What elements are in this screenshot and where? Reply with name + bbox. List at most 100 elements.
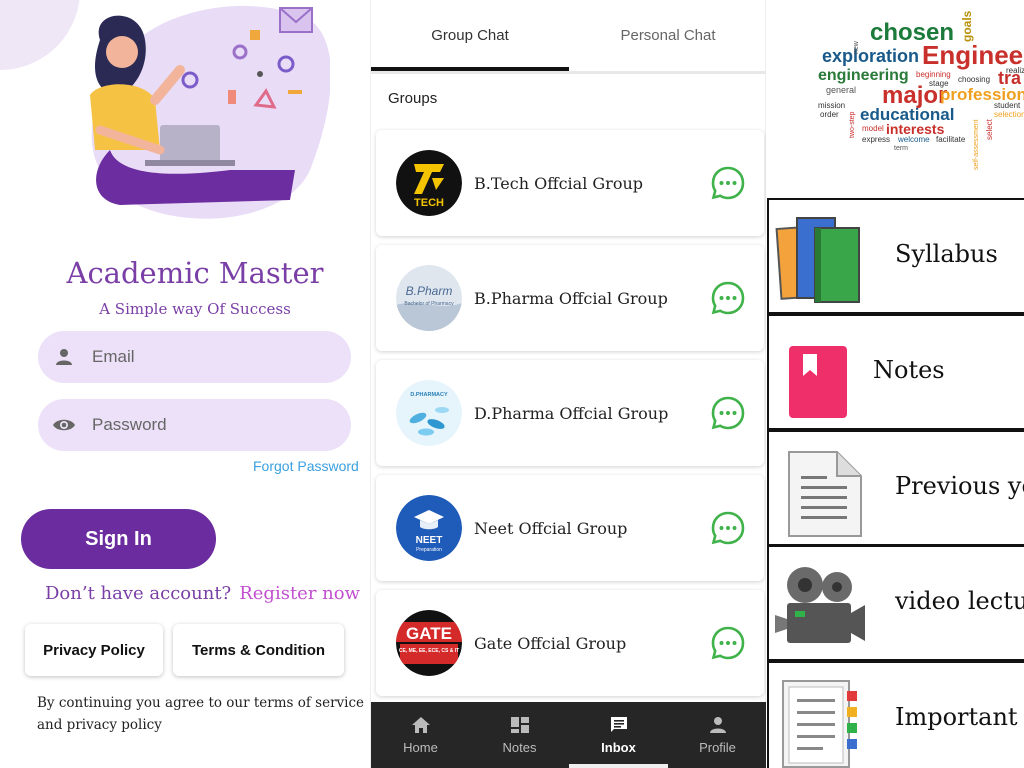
no-account-text: Don’t have account?	[45, 583, 232, 604]
svg-text:exploration: exploration	[822, 46, 919, 66]
menu-screen: chosen goals Engineer exploration engine…	[766, 0, 1024, 768]
tab-personal-chat[interactable]: Personal Chat	[569, 0, 767, 70]
tabbed-document-icon	[782, 680, 857, 768]
svg-text:beginning: beginning	[916, 70, 951, 79]
dashboard-icon	[510, 716, 529, 733]
chat-bubble-icon[interactable]	[710, 625, 746, 661]
forgot-password-link[interactable]: Forgot Password	[253, 458, 359, 474]
svg-text:student: student	[994, 101, 1021, 110]
password-input[interactable]	[92, 415, 312, 435]
group-card-bpharma[interactable]: B.Pharm Bachelor of Pharmacy B.Pharma Of…	[376, 245, 764, 351]
bottom-navigation: Home Notes Inbox Profile	[371, 702, 767, 768]
password-field[interactable]	[38, 399, 351, 451]
nav-notes[interactable]: Notes	[470, 702, 569, 768]
svg-text:goals: goals	[960, 10, 974, 42]
group-name: Gate Offcial Group	[474, 633, 627, 653]
svg-text:select: select	[985, 118, 994, 140]
svg-text:term: term	[894, 145, 908, 152]
group-name: D.Pharma Offcial Group	[474, 403, 669, 423]
chat-bubble-icon[interactable]	[710, 510, 746, 546]
video-camera-icon	[775, 567, 865, 643]
terms-condition-button[interactable]: Terms & Condition	[173, 624, 344, 676]
terms-notice: By continuing you agree to our terms of …	[37, 695, 365, 733]
svg-text:general: general	[826, 85, 856, 95]
word-cloud-image: chosen goals Engineer exploration engine…	[818, 10, 1024, 170]
menu-item-important-questions[interactable]: Important qu	[767, 661, 1024, 768]
email-input[interactable]	[92, 347, 312, 367]
dpharma-avatar: D.PHARMACY	[396, 380, 462, 446]
home-icon	[411, 716, 430, 733]
bpharma-avatar-subtext: Bachelor of Pharmacy	[404, 301, 454, 307]
svg-text:welcome: welcome	[897, 135, 930, 144]
tab-divider	[371, 71, 767, 74]
email-field[interactable]	[38, 331, 351, 383]
document-icon	[788, 451, 862, 537]
chat-tabs: Group Chat Personal Chat	[371, 0, 767, 74]
privacy-policy-button[interactable]: Privacy Policy	[25, 624, 163, 676]
login-screen: Academic Master A Simple way Of Success …	[0, 0, 370, 768]
gate-avatar-subtext: CE, ME, EE, ECE, CS & IT	[399, 648, 459, 654]
tab-group-chat[interactable]: Group Chat	[371, 0, 569, 70]
group-card-btech[interactable]: TECH B.Tech Offcial Group	[376, 130, 764, 236]
app-subtitle: A Simple way Of Success	[99, 300, 291, 318]
group-name: B.Pharma Offcial Group	[474, 288, 668, 308]
books-icon	[775, 217, 860, 303]
dpharma-avatar-text: D.PHARMACY	[410, 392, 448, 398]
neet-avatar: NEET Preparation	[396, 495, 462, 561]
chat-bubble-icon[interactable]	[710, 165, 746, 201]
menu-item-previous-year[interactable]: Previous yea	[767, 430, 1024, 546]
chat-bubble-icon[interactable]	[710, 280, 746, 316]
svg-text:tra: tra	[998, 68, 1022, 88]
inbox-screen: Group Chat Personal Chat Groups TECH B.T…	[370, 0, 767, 768]
neet-avatar-subtext: Preparation	[416, 547, 442, 553]
menu-item-syllabus[interactable]: Syllabus	[767, 198, 1024, 314]
menu-item-notes[interactable]: Notes	[767, 314, 1024, 430]
nav-home[interactable]: Home	[371, 702, 470, 768]
active-tab-indicator	[371, 67, 569, 71]
menu-label: Previous yea	[895, 472, 1024, 500]
nav-home-label: Home	[403, 739, 438, 755]
svg-text:express: express	[862, 135, 890, 144]
group-card-neet[interactable]: NEET Preparation Neet Offcial Group	[376, 475, 764, 581]
chat-bubble-icon[interactable]	[710, 395, 746, 431]
eye-icon[interactable]	[52, 413, 76, 437]
menu-label: Important qu	[895, 703, 1024, 731]
menu-label: Syllabus	[895, 240, 998, 268]
btech-avatar: TECH	[396, 150, 462, 216]
register-now-link[interactable]: Register now	[239, 583, 360, 604]
nav-inbox-label: Inbox	[601, 739, 636, 755]
svg-text:self-assessment: self-assessment	[973, 119, 980, 170]
svg-text:two-step: two-step	[849, 111, 856, 138]
group-card-gate[interactable]: GATE CE, ME, EE, ECE, CS & IT Gate Offci…	[376, 590, 764, 696]
btech-avatar-text: TECH	[414, 197, 444, 209]
message-icon	[610, 716, 627, 732]
bookmark-icon	[789, 346, 847, 418]
svg-text:stage: stage	[929, 79, 949, 88]
register-prompt: Don’t have account? Register now	[45, 583, 360, 604]
app-title: Academic Master	[66, 256, 324, 290]
menu-label: Notes	[873, 356, 945, 384]
student-laptop-illustration	[90, 5, 330, 219]
svg-text:selection: selection	[994, 110, 1024, 119]
menu-label: video lecture	[895, 587, 1024, 615]
group-name: Neet Offcial Group	[474, 518, 628, 538]
nav-notes-label: Notes	[502, 739, 537, 755]
svg-text:choosing: choosing	[958, 75, 990, 84]
group-card-dpharma[interactable]: D.PHARMACY D.Pharma Offcial Group	[376, 360, 764, 466]
person-icon	[709, 716, 726, 733]
nav-profile-label: Profile	[699, 739, 736, 755]
svg-text:model: model	[862, 124, 884, 133]
nav-inbox[interactable]: Inbox	[569, 702, 668, 768]
svg-text:new: new	[853, 40, 860, 54]
menu-item-video-lectures[interactable]: video lecture	[767, 545, 1024, 661]
sign-in-button[interactable]: Sign In	[21, 509, 216, 569]
nav-profile[interactable]: Profile	[668, 702, 767, 768]
svg-text:order: order	[820, 110, 839, 119]
neet-avatar-text: NEET	[416, 535, 443, 546]
gate-avatar-text: GATE	[406, 624, 452, 643]
bpharma-avatar: B.Pharm Bachelor of Pharmacy	[396, 265, 462, 331]
bpharma-avatar-text: B.Pharm	[406, 284, 453, 298]
svg-text:facilitate: facilitate	[936, 135, 966, 144]
svg-text:mission: mission	[818, 101, 845, 110]
group-name: B.Tech Offcial Group	[474, 173, 644, 193]
